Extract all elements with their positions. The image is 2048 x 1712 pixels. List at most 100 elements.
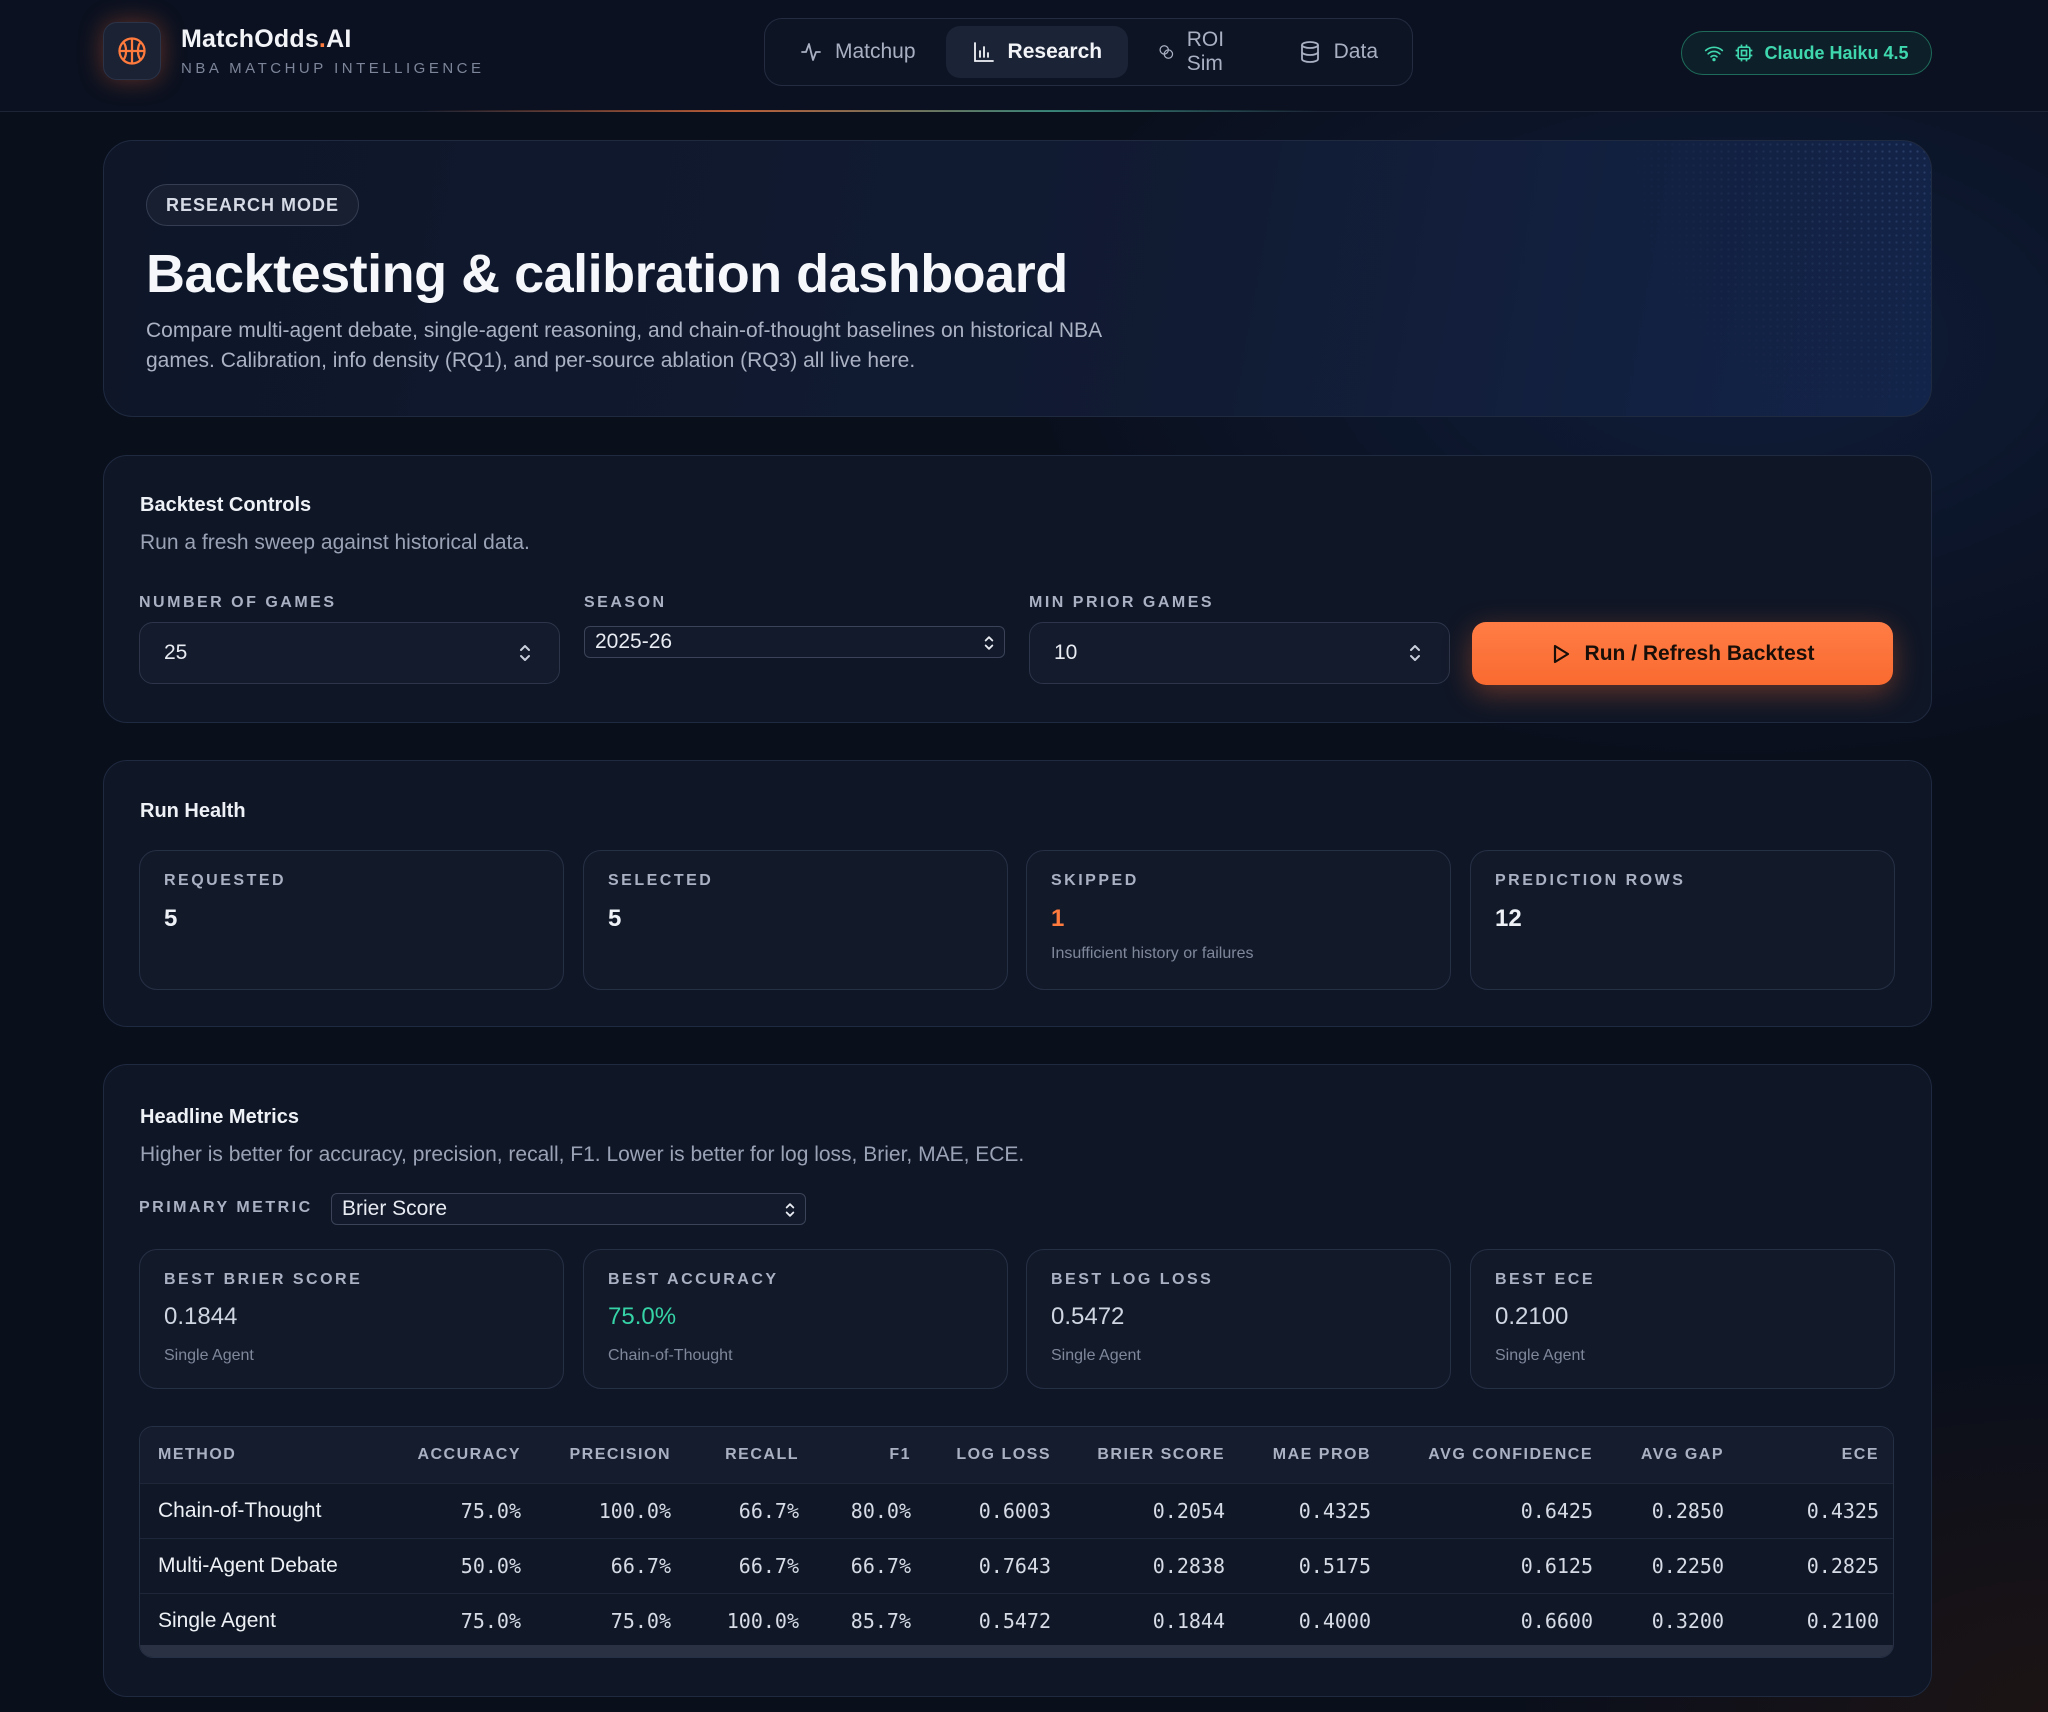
hero-panel: RESEARCH MODE Backtesting & calibration … <box>103 140 1932 417</box>
method-cell: Chain-of-Thought <box>140 1482 390 1538</box>
card-title: Headline Metrics <box>140 1106 299 1128</box>
column-header[interactable]: LOG LOSS <box>925 1427 1065 1483</box>
run-backtest-button[interactable]: Run / Refresh Backtest <box>1472 622 1893 685</box>
table-cell: 0.2054 <box>1065 1482 1239 1538</box>
model-status-badge[interactable]: Claude Haiku 4.5 <box>1681 31 1932 75</box>
nav-label: Research <box>1007 40 1103 63</box>
min-prior-games-label: MIN PRIOR GAMES <box>1029 594 1215 611</box>
table-cell: 0.2850 <box>1607 1482 1738 1538</box>
stat-value: 5 <box>164 905 178 932</box>
table-cell: 0.2100 <box>1738 1592 1893 1648</box>
stat-value: 12 <box>1495 905 1522 932</box>
card-subtitle: Run a fresh sweep against historical dat… <box>140 531 530 554</box>
card-title: Backtest Controls <box>140 494 312 516</box>
table-header-row: METHOD ACCURACY PRECISION RECALL F1 LOG … <box>140 1427 1893 1483</box>
coins-icon <box>1159 45 1174 59</box>
table-row[interactable]: Chain-of-Thought 75.0% 100.0% 66.7% 80.0… <box>140 1482 1893 1538</box>
metric-method: Single Agent <box>1495 1347 1585 1364</box>
brand[interactable]: MatchOdds.AI NBA MATCHUP INTELLIGENCE <box>103 22 485 80</box>
nav-label: Data <box>1333 40 1378 63</box>
table-cell: 80.0% <box>813 1482 925 1538</box>
table-cell: 0.6425 <box>1385 1482 1607 1538</box>
activity-icon <box>801 43 821 61</box>
metric-label: BEST ACCURACY <box>608 1271 779 1288</box>
column-header[interactable]: PRECISION <box>535 1427 685 1483</box>
metrics-table: METHOD ACCURACY PRECISION RECALL F1 LOG … <box>140 1427 1893 1648</box>
table-cell: 0.4000 <box>1239 1592 1385 1648</box>
number-of-games-input[interactable]: 25 <box>139 622 560 684</box>
column-header[interactable]: RECALL <box>685 1427 813 1483</box>
column-header[interactable]: F1 <box>813 1427 925 1483</box>
page-title: Backtesting & calibration dashboard <box>146 244 1068 304</box>
column-header[interactable]: AVG GAP <box>1607 1427 1738 1483</box>
best-brier-metric: BEST BRIER SCORE 0.1844 Single Agent <box>139 1249 564 1389</box>
table-cell: 0.1844 <box>1065 1592 1239 1648</box>
table-cell: 0.2825 <box>1738 1537 1893 1593</box>
nav-label: Matchup <box>835 40 916 63</box>
horizontal-scrollbar[interactable] <box>140 1645 1893 1657</box>
column-header[interactable]: METHOD <box>140 1427 390 1483</box>
bar-chart-icon <box>973 42 994 62</box>
nav-matchup[interactable]: Matchup <box>773 26 942 78</box>
stat-label: SELECTED <box>608 872 714 889</box>
main-nav: Matchup Research ROI Sim Data <box>764 18 1413 86</box>
table-row[interactable]: Single Agent 75.0% 75.0% 100.0% 85.7% 0.… <box>140 1592 1893 1648</box>
table-cell: 0.5472 <box>925 1592 1065 1648</box>
brand-subtitle: NBA MATCHUP INTELLIGENCE <box>181 60 485 77</box>
card-title: Run Health <box>140 800 246 822</box>
column-header[interactable]: BRIER SCORE <box>1065 1427 1239 1483</box>
select-value: Brier Score <box>342 1197 448 1220</box>
table-cell: 50.0% <box>390 1537 535 1593</box>
stat-value: 5 <box>608 905 622 932</box>
nav-roi-sim[interactable]: ROI Sim <box>1132 26 1268 78</box>
metric-method: Single Agent <box>164 1347 254 1364</box>
stepper-icon[interactable] <box>517 641 533 665</box>
card-subtitle: Higher is better for accuracy, precision… <box>140 1143 1025 1166</box>
table-cell: 75.0% <box>390 1592 535 1648</box>
primary-metric-select[interactable]: Brier Score <box>331 1193 806 1225</box>
table-cell: 0.4325 <box>1239 1482 1385 1538</box>
column-header[interactable]: AVG CONFIDENCE <box>1385 1427 1607 1483</box>
table-cell: 0.2250 <box>1607 1537 1738 1593</box>
table-cell: 0.6003 <box>925 1482 1065 1538</box>
stepper-icon[interactable] <box>1407 641 1423 665</box>
page-description: Compare multi-agent debate, single-agent… <box>146 319 1101 372</box>
season-label: SEASON <box>584 594 667 611</box>
nav-data[interactable]: Data <box>1272 26 1404 78</box>
table-cell: 66.7% <box>813 1537 925 1593</box>
wifi-icon <box>1705 46 1724 62</box>
topbar-accent-line <box>420 110 1320 112</box>
research-mode-badge: RESEARCH MODE <box>146 184 360 226</box>
column-header[interactable]: MAE PROB <box>1239 1427 1385 1483</box>
metric-value: 0.1844 <box>164 1303 238 1330</box>
metric-value: 0.2100 <box>1495 1303 1569 1330</box>
database-icon <box>1300 41 1319 63</box>
nav-research[interactable]: Research <box>945 26 1129 78</box>
stat-label: SKIPPED <box>1051 872 1139 889</box>
metric-method: Single Agent <box>1051 1347 1141 1364</box>
column-header[interactable]: ACCURACY <box>390 1427 535 1483</box>
metric-method: Chain-of-Thought <box>608 1347 733 1364</box>
season-select[interactable]: 2025-26 <box>584 626 1005 658</box>
table-cell: 66.7% <box>535 1537 685 1593</box>
dot-pattern-decoration <box>1571 141 1931 401</box>
metric-value: 0.5472 <box>1051 1303 1125 1330</box>
number-of-games-label: NUMBER OF GAMES <box>139 594 337 611</box>
select-value: 2025-26 <box>595 630 673 653</box>
table-cell: 0.2838 <box>1065 1537 1239 1593</box>
stat-note: Insufficient history or failures <box>1051 945 1254 962</box>
table-cell: 85.7% <box>813 1592 925 1648</box>
chevron-updown-icon <box>785 1203 795 1217</box>
min-prior-games-input[interactable]: 10 <box>1029 622 1450 684</box>
column-header[interactable]: ECE <box>1738 1427 1893 1483</box>
stat-label: REQUESTED <box>164 872 287 889</box>
primary-metric-label: PRIMARY METRIC <box>139 1199 313 1216</box>
best-ece-metric: BEST ECE 0.2100 Single Agent <box>1470 1249 1895 1389</box>
table-cell: 0.6125 <box>1385 1537 1607 1593</box>
table-cell: 0.7643 <box>925 1537 1065 1593</box>
table-cell: 75.0% <box>535 1592 685 1648</box>
metrics-table-container: METHOD ACCURACY PRECISION RECALL F1 LOG … <box>139 1426 1894 1658</box>
table-row[interactable]: Multi-Agent Debate 50.0% 66.7% 66.7% 66.… <box>140 1537 1893 1593</box>
play-icon <box>1553 644 1569 663</box>
model-name: Claude Haiku 4.5 <box>1764 42 1909 63</box>
